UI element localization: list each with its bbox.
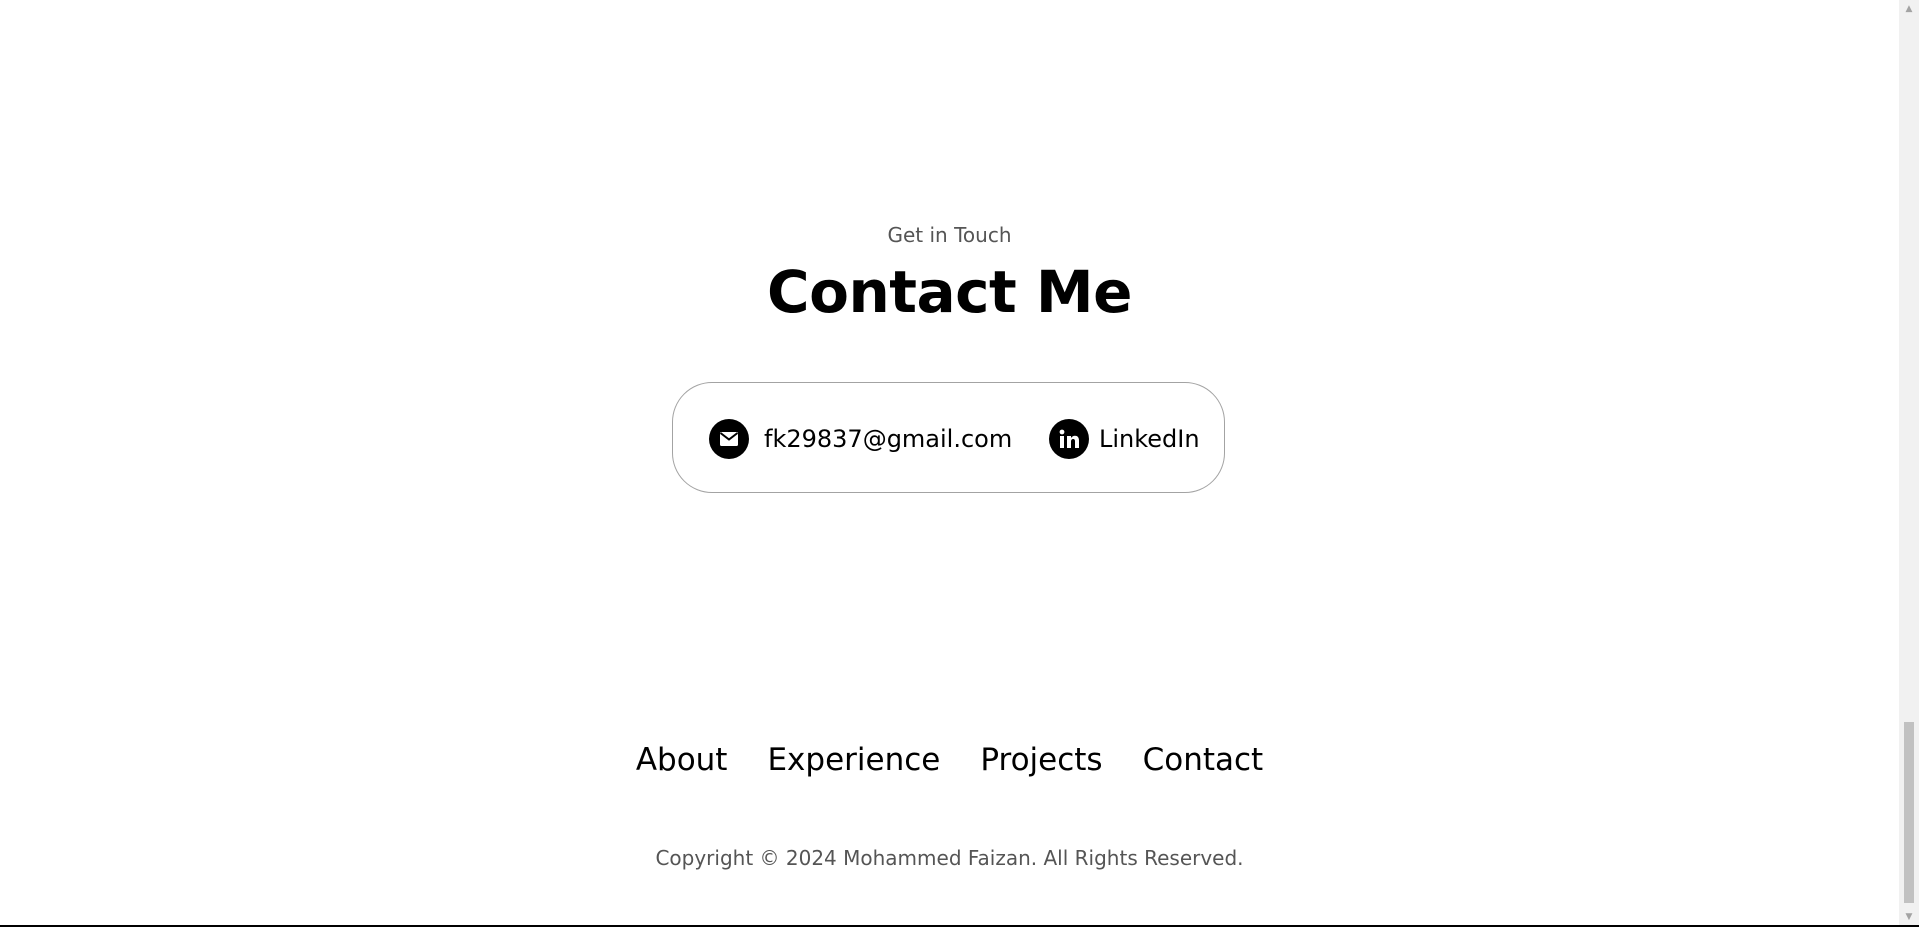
footer-nav: About Experience Projects Contact <box>0 742 1899 778</box>
linkedin-contact-link[interactable]: LinkedIn <box>1049 419 1200 459</box>
copyright-text: Copyright © 2024 Mohammed Faizan. All Ri… <box>655 846 1244 870</box>
section-subtitle: Get in Touch <box>887 223 1012 247</box>
scroll-down-arrow-icon[interactable]: ▼ <box>1899 908 1919 925</box>
section-title: Contact Me <box>767 258 1132 326</box>
footer-nav-experience[interactable]: Experience <box>767 742 940 778</box>
linkedin-icon[interactable] <box>1049 419 1089 459</box>
email-contact-link[interactable]: fk29837@gmail.com <box>709 419 1012 459</box>
footer-nav-about[interactable]: About <box>636 742 728 778</box>
page-viewport: Get in Touch Contact Me fk29837@gmail.co… <box>0 0 1899 925</box>
scrollbar-thumb[interactable] <box>1904 722 1914 903</box>
email-address[interactable]: fk29837@gmail.com <box>764 425 1012 453</box>
footer-nav-projects[interactable]: Projects <box>980 742 1102 778</box>
mail-icon[interactable] <box>709 419 749 459</box>
vertical-scrollbar[interactable]: ▲ ▼ <box>1899 0 1919 925</box>
footer-nav-contact[interactable]: Contact <box>1143 742 1264 778</box>
contact-info-container: fk29837@gmail.com LinkedIn <box>672 382 1225 493</box>
linkedin-label[interactable]: LinkedIn <box>1099 425 1200 453</box>
scroll-up-arrow-icon[interactable]: ▲ <box>1899 0 1919 17</box>
